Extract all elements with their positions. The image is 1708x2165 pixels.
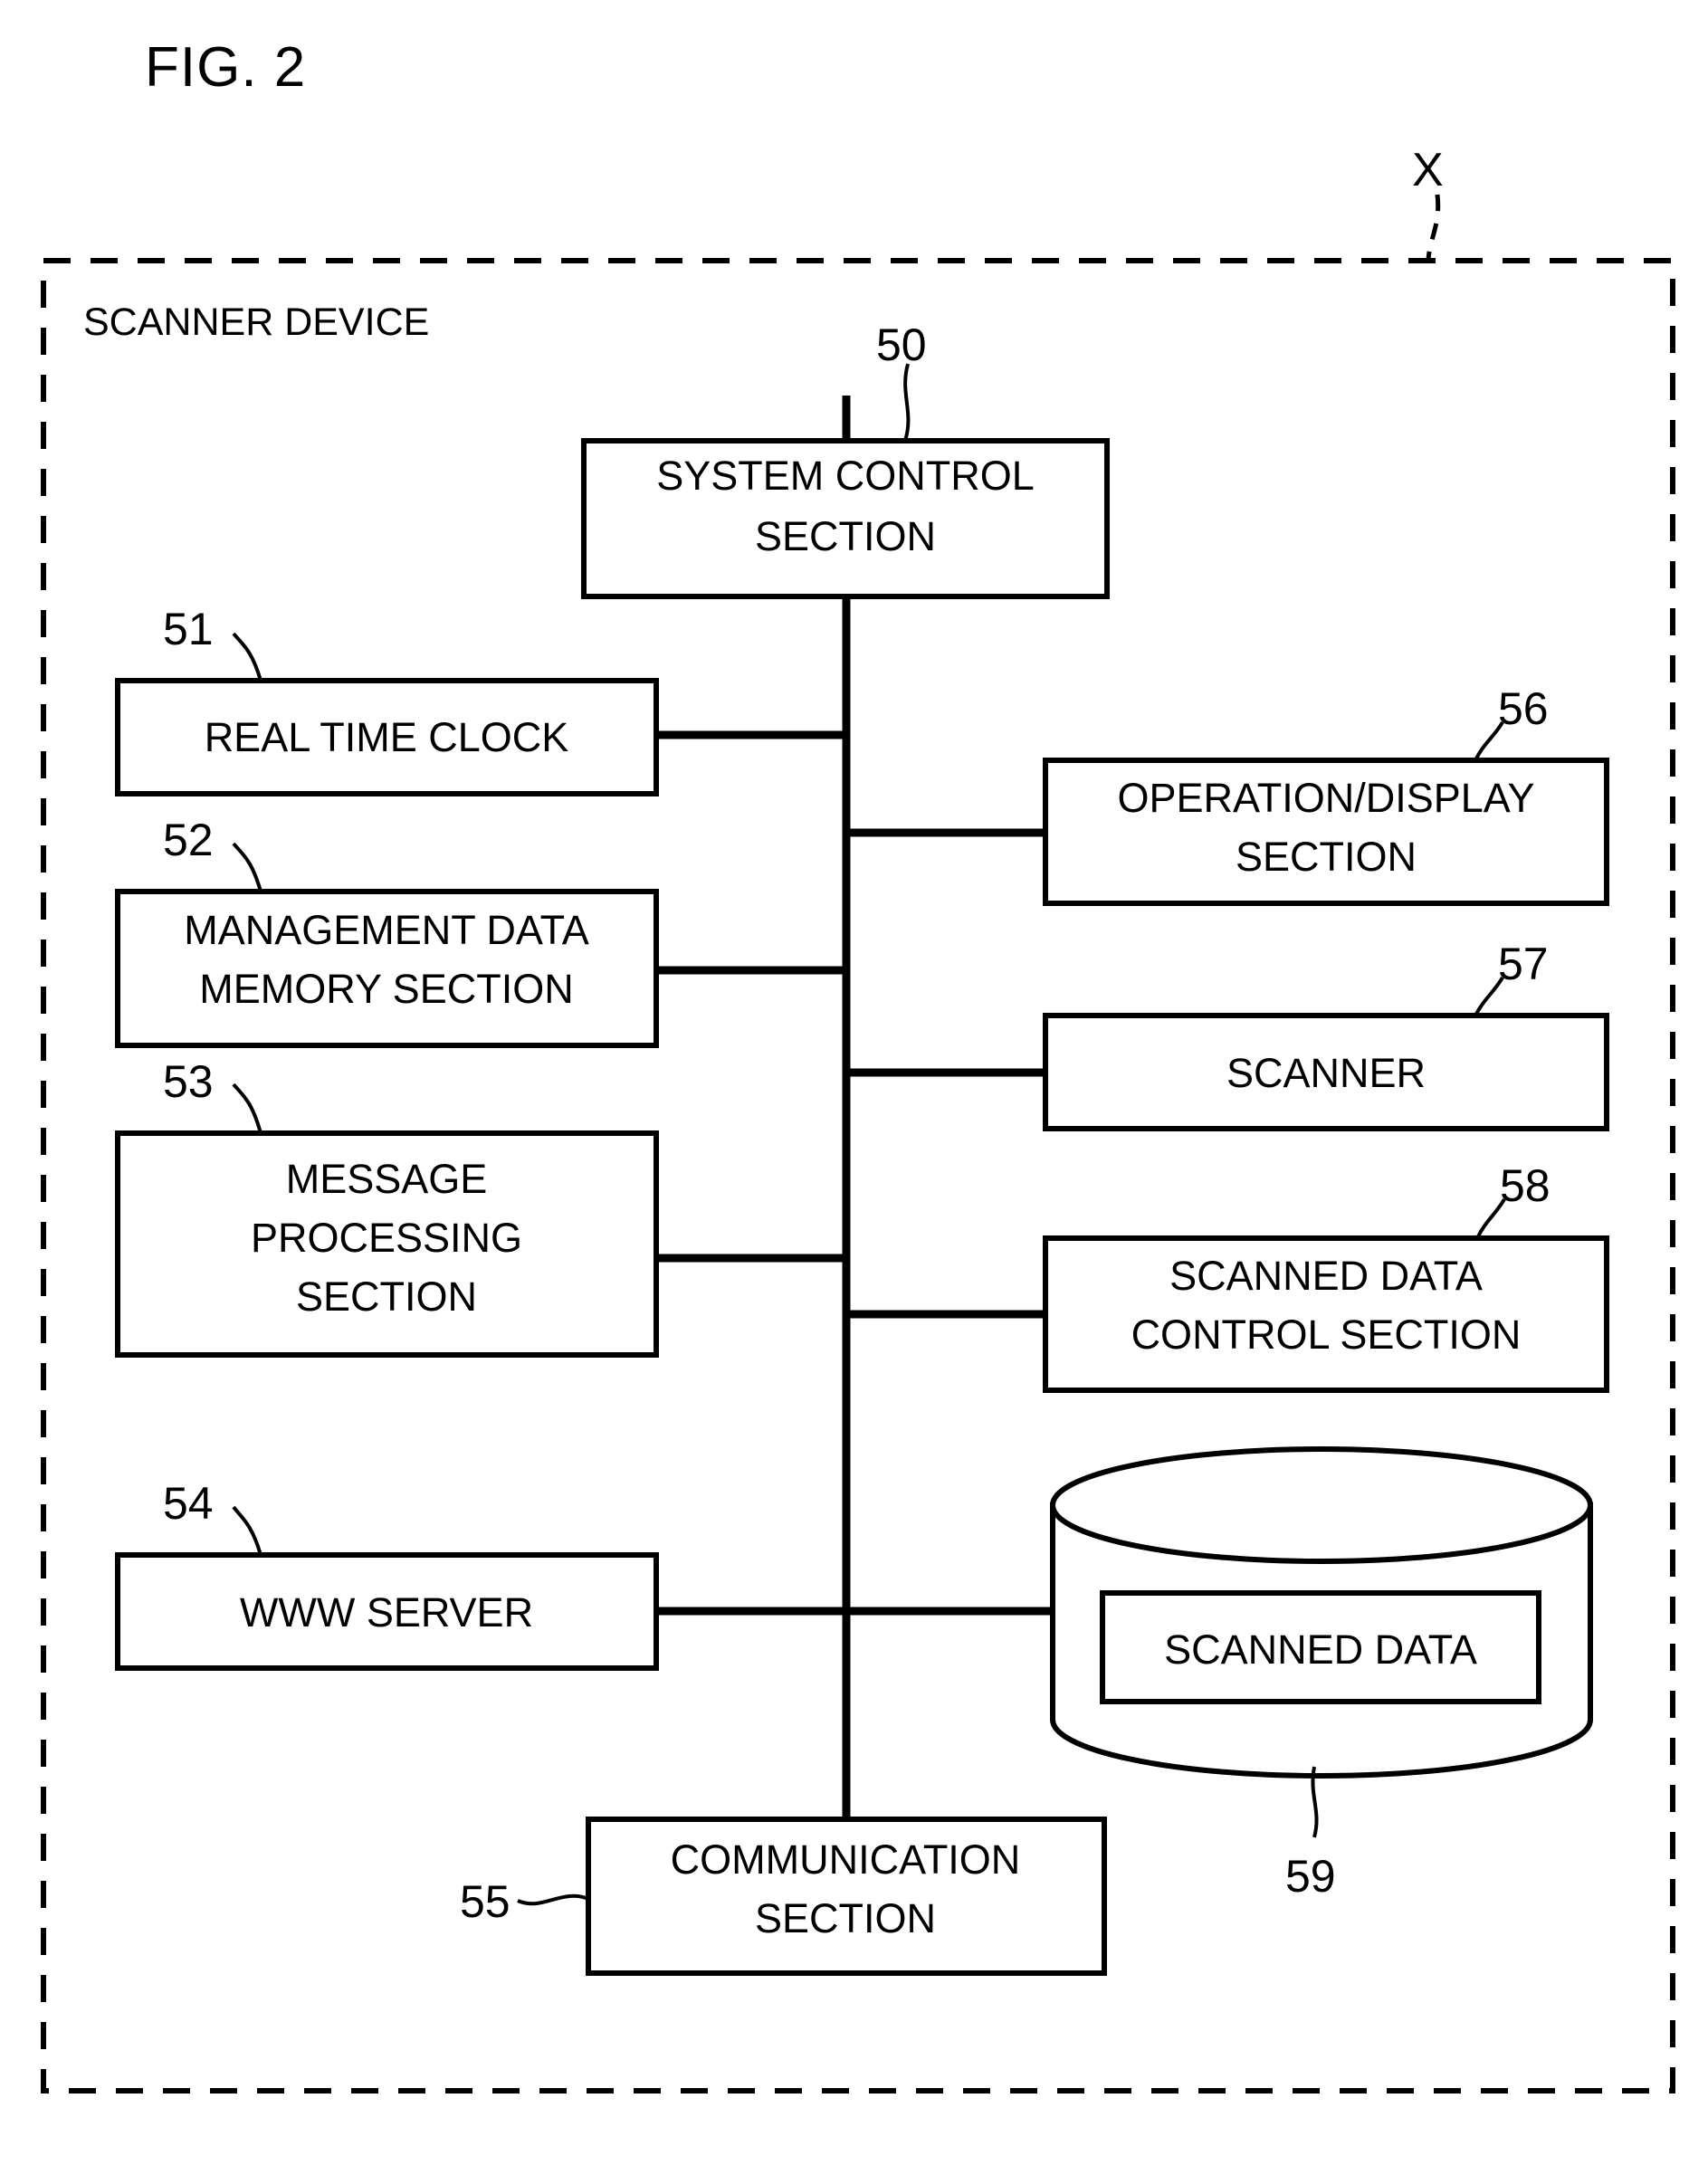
block-56-line-1: OPERATION/DISPLAY: [1118, 775, 1535, 821]
leader-51: [232, 632, 262, 682]
block-51-line-1: REAL TIME CLOCK: [205, 714, 569, 760]
block-58-line-1: SCANNED DATA: [1169, 1253, 1483, 1299]
leader-52: [232, 842, 262, 892]
ref-label-56: 56: [1498, 683, 1549, 734]
patent-figure: FIG. 2 X SCANNER DEVICE SYSTEM CONTROL S…: [0, 0, 1708, 2165]
ref-label-57: 57: [1498, 939, 1549, 989]
block-50-line-2: SECTION: [755, 513, 936, 559]
block-58-line-2: CONTROL SECTION: [1131, 1311, 1522, 1358]
block-56-line-2: SECTION: [1236, 834, 1417, 880]
block-57-line-1: SCANNER: [1226, 1050, 1426, 1096]
ref-label-x: X: [1412, 144, 1444, 196]
scanner-device-label: SCANNER DEVICE: [83, 300, 429, 344]
leader-54: [232, 1505, 262, 1556]
x-leader-line: [1426, 194, 1441, 263]
ref-label-58: 58: [1500, 1160, 1551, 1211]
ref-label-50: 50: [876, 320, 927, 370]
block-53-line-3: SECTION: [296, 1273, 477, 1320]
block-59-line-1: SCANNED DATA: [1164, 1626, 1477, 1673]
ref-label-59: 59: [1285, 1851, 1336, 1902]
block-diagram: FIG. 2 X SCANNER DEVICE SYSTEM CONTROL S…: [41, 36, 1675, 2093]
block-52-line-1: MANAGEMENT DATA: [184, 907, 589, 953]
ref-label-55: 55: [460, 1876, 510, 1927]
ref-label-52: 52: [163, 815, 214, 865]
ref-label-51: 51: [163, 604, 214, 654]
block-53-line-1: MESSAGE: [286, 1156, 488, 1202]
leader-55: [517, 1893, 589, 1906]
block-55-line-2: SECTION: [755, 1895, 936, 1941]
block-52-line-2: MEMORY SECTION: [199, 966, 573, 1012]
storage-cylinder-top: [1050, 1446, 1593, 1564]
ref-label-54: 54: [163, 1478, 214, 1529]
block-55-line-1: COMMUNICATION: [671, 1836, 1021, 1883]
leader-50: [903, 363, 911, 442]
ref-label-53: 53: [163, 1056, 214, 1107]
block-54-line-1: WWW SERVER: [240, 1589, 533, 1636]
leader-53: [232, 1082, 262, 1134]
block-50-line-1: SYSTEM CONTROL: [656, 453, 1035, 499]
block-53-line-2: PROCESSING: [251, 1215, 522, 1261]
figure-title: FIG. 2: [145, 36, 306, 99]
